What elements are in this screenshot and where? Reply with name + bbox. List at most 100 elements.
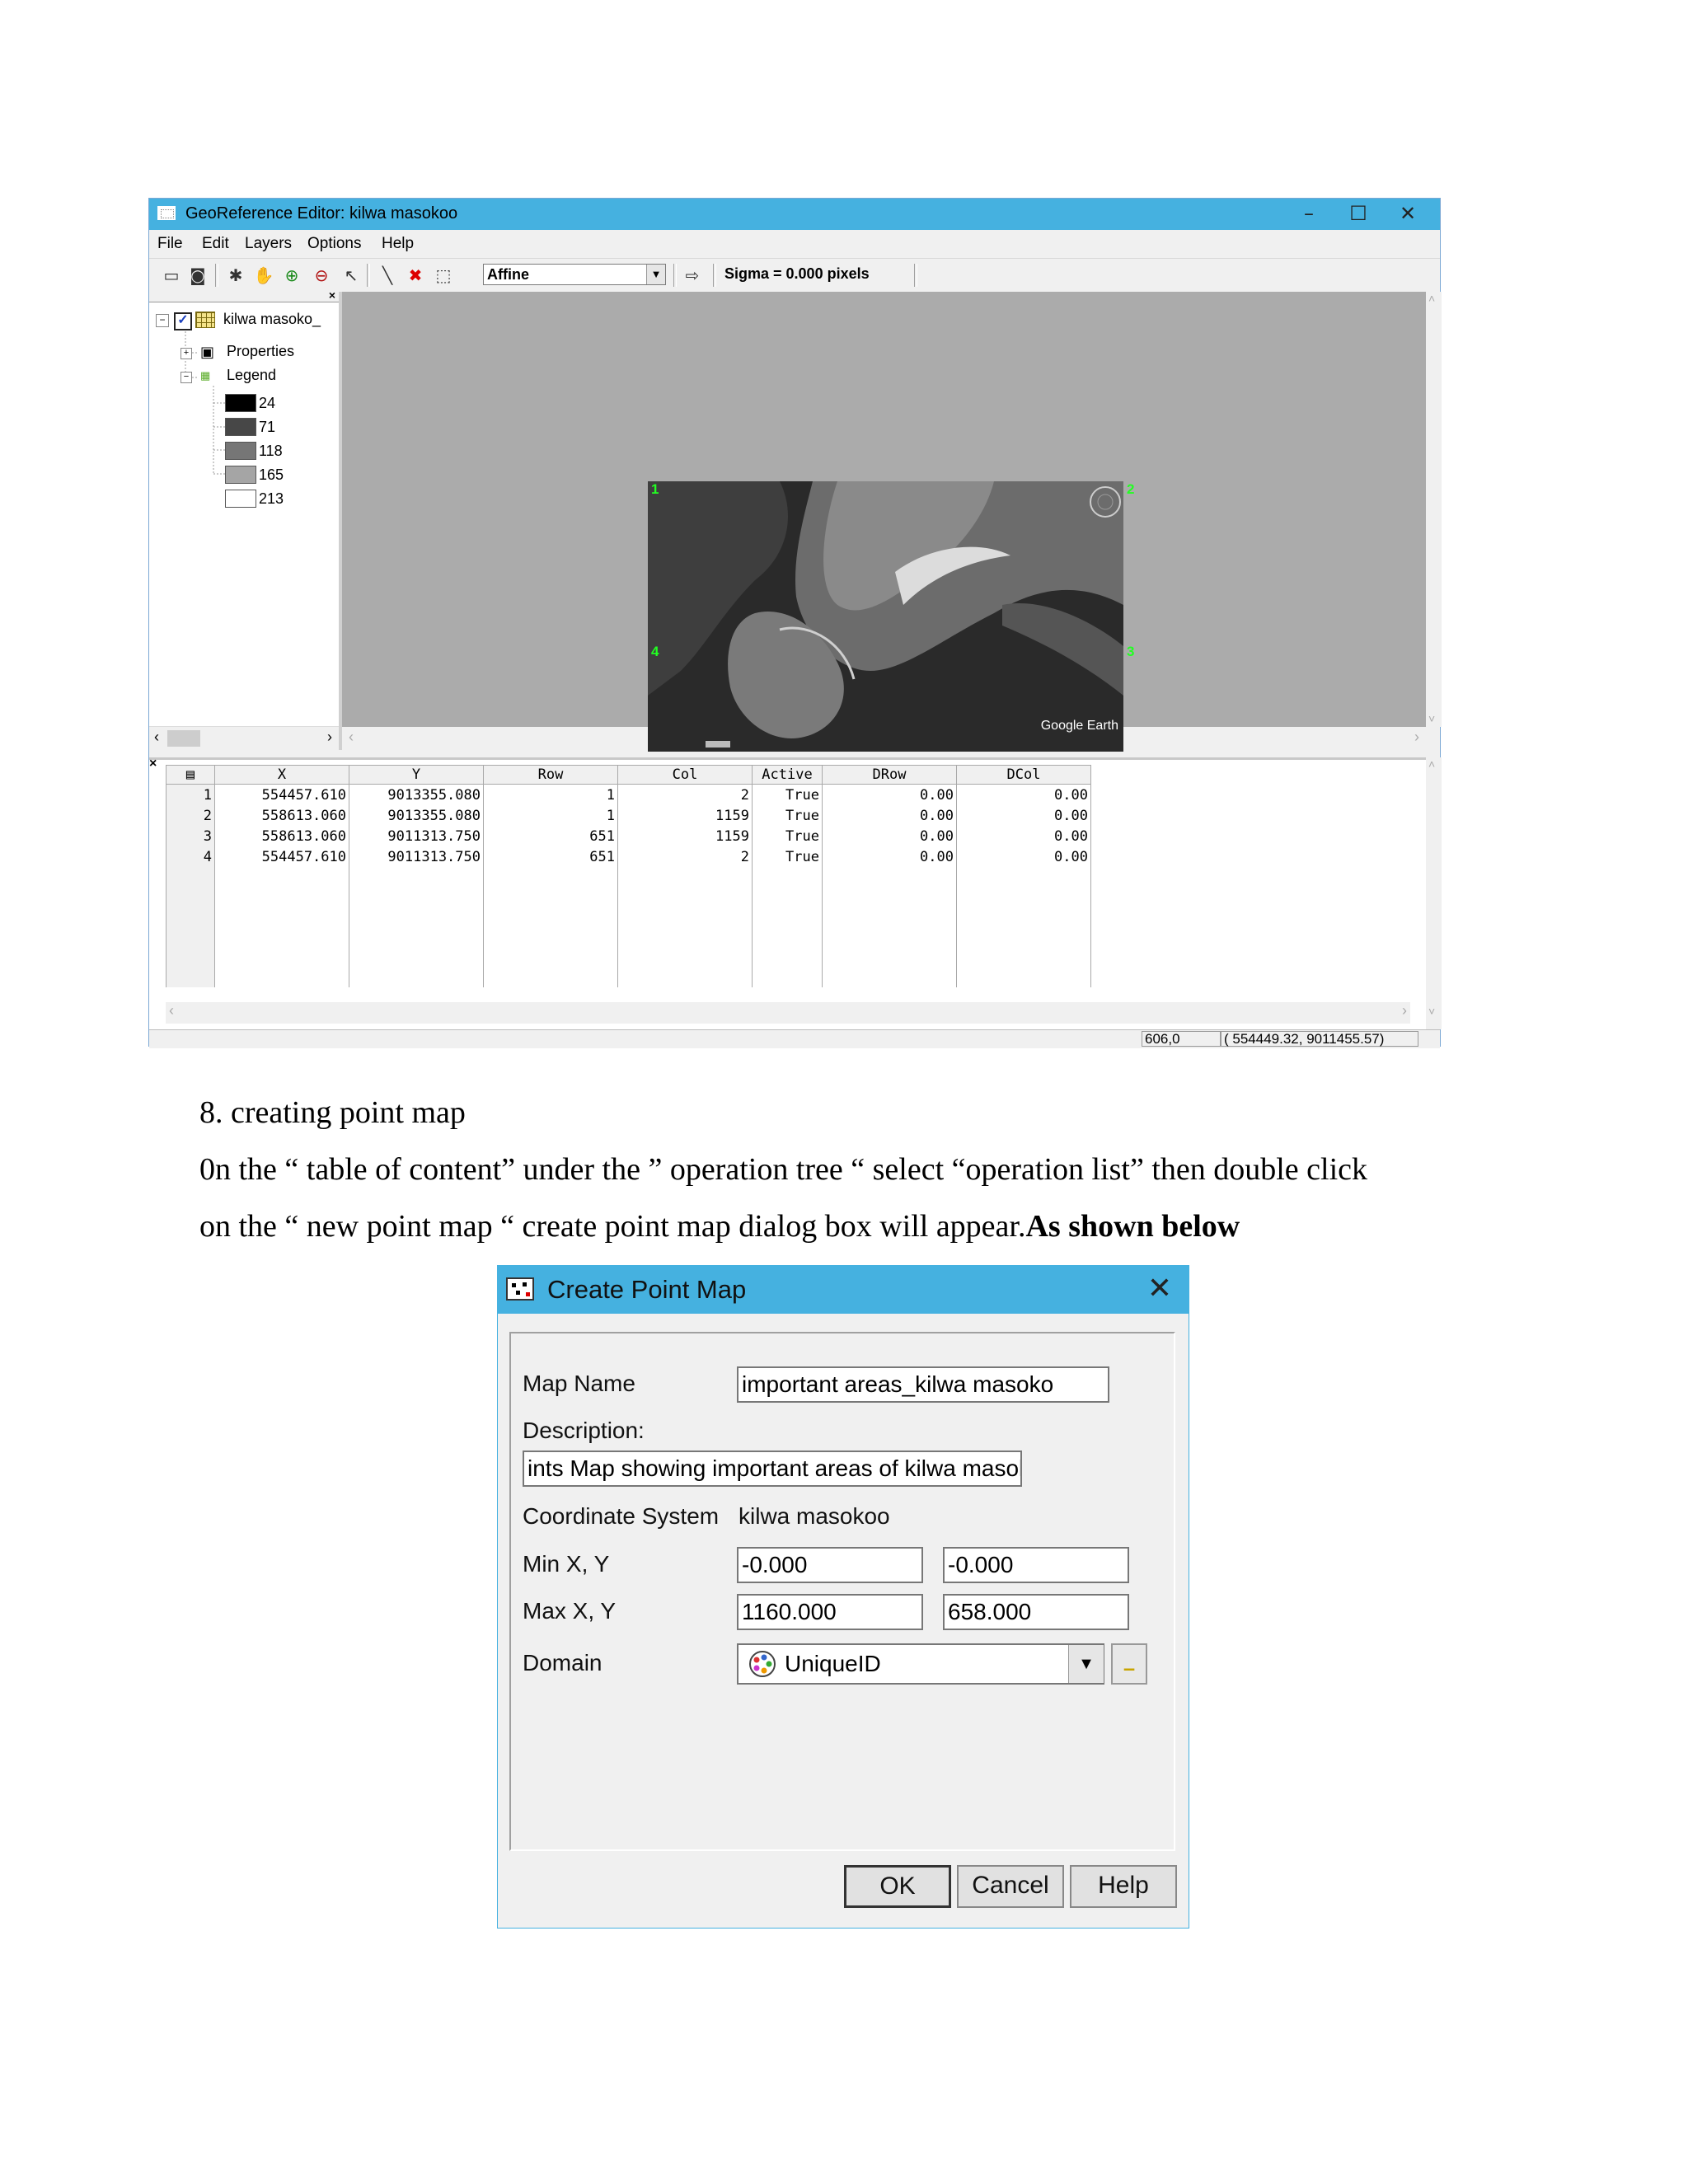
cell-active[interactable]: True [752, 805, 823, 826]
scroll-left-icon[interactable]: ‹ [169, 1002, 174, 1019]
zoom-in-icon[interactable]: ⊕ [281, 265, 302, 285]
cell-x[interactable]: 558613.060 [214, 805, 349, 826]
close-panel-icon[interactable]: × [329, 288, 335, 302]
cell-active[interactable]: True [752, 846, 823, 867]
chevron-down-icon[interactable]: ▼ [646, 265, 665, 284]
fit-icon[interactable]: ⬚ [433, 265, 454, 285]
scroll-right-icon[interactable]: › [1402, 1002, 1407, 1019]
scroll-up-icon[interactable]: ˄ [1428, 757, 1435, 771]
column-header-drow[interactable]: DRow [822, 765, 957, 785]
cell-y[interactable]: 9011313.750 [349, 846, 484, 867]
gcp-marker-1[interactable]: 1 [651, 481, 659, 498]
row-index[interactable]: 1 [166, 784, 215, 805]
scroll-down-icon[interactable]: ˅ [1428, 712, 1435, 725]
tree-item-map[interactable]: kilwa masoko_ [223, 311, 321, 328]
menu-help[interactable]: Help [382, 235, 414, 253]
cell-y[interactable]: 9013355.080 [349, 805, 484, 826]
scroll-up-icon[interactable]: ˄ [1428, 292, 1435, 305]
ok-button[interactable]: OK [844, 1865, 951, 1908]
description-input[interactable]: ints Map showing important areas of kilw… [523, 1451, 1022, 1487]
column-header-active[interactable]: Active [752, 765, 823, 785]
max-y-input[interactable]: 658.000 [943, 1594, 1129, 1630]
cell-col[interactable]: 2 [617, 784, 753, 805]
expand-icon[interactable]: + [181, 348, 192, 359]
row-index[interactable]: 2 [166, 805, 215, 826]
table-row[interactable]: 2 558613.060 9013355.080 1 1159 True 0.0… [166, 805, 1091, 826]
menu-layers[interactable]: Layers [245, 235, 292, 253]
zoom-out-icon[interactable]: ⊖ [311, 265, 332, 285]
cell-row[interactable]: 651 [483, 826, 618, 846]
table-row[interactable]: 1 554457.610 9013355.080 1 2 True 0.00 0… [166, 784, 1091, 805]
scroll-down-icon[interactable]: ˅ [1428, 1005, 1435, 1018]
edit-point-icon[interactable]: ╲ [377, 265, 398, 285]
new-window-icon[interactable]: ▭ [161, 265, 182, 285]
tree-item-legend[interactable]: Legend [227, 367, 276, 384]
gcp-marker-2[interactable]: 2 [1127, 481, 1134, 498]
legend-swatch [225, 394, 256, 412]
pan-hand-icon[interactable]: ✋ [253, 265, 274, 285]
cancel-button[interactable]: Cancel [957, 1865, 1064, 1908]
column-header-y[interactable]: Y [349, 765, 484, 785]
layer-checkbox[interactable]: ✓ [174, 312, 192, 330]
cell-active[interactable]: True [752, 784, 823, 805]
satellite-image[interactable]: Google Earth [648, 481, 1123, 752]
column-header-x[interactable]: X [214, 765, 349, 785]
scroll-left-icon[interactable]: ‹ [154, 729, 159, 746]
table-horizontal-scrollbar[interactable]: ‹ › [166, 1002, 1410, 1024]
table-row[interactable]: 3 558613.060 9011313.750 651 1159 True 0… [166, 826, 1091, 846]
scroll-right-icon[interactable]: › [1414, 729, 1419, 746]
cell-row[interactable]: 1 [483, 805, 618, 826]
table-corner-icon[interactable]: ▤ [166, 765, 215, 785]
exit-editor-icon[interactable]: ⇨ [682, 265, 703, 285]
map-vertical-scrollbar[interactable]: ˄ ˅ [1426, 292, 1442, 727]
cell-col[interactable]: 1159 [617, 826, 753, 846]
scroll-left-icon[interactable]: ‹ [349, 729, 354, 746]
collapse-icon[interactable]: − [156, 314, 169, 327]
min-x-input[interactable]: -0.000 [737, 1547, 923, 1583]
close-icon[interactable]: ✕ [1139, 1269, 1180, 1310]
max-x-input[interactable]: 1160.000 [737, 1594, 923, 1630]
delete-point-icon[interactable]: ✖ [405, 265, 426, 285]
row-index[interactable]: 3 [166, 826, 215, 846]
cell-x[interactable]: 554457.610 [214, 846, 349, 867]
create-domain-icon[interactable]: ▁ [1111, 1643, 1147, 1685]
help-button[interactable]: Help [1070, 1865, 1177, 1908]
cell-y[interactable]: 9011313.750 [349, 826, 484, 846]
row-index[interactable]: 4 [166, 846, 215, 867]
cell-active[interactable]: True [752, 826, 823, 846]
cell-dcol: 0.00 [956, 784, 1091, 805]
table-vertical-scrollbar[interactable]: ˄ ˅ [1426, 757, 1442, 1029]
menu-edit[interactable]: Edit [202, 235, 229, 253]
min-y-input[interactable]: -0.000 [943, 1547, 1129, 1583]
gcp-marker-4[interactable]: 4 [651, 644, 659, 660]
cell-drow: 0.00 [822, 826, 957, 846]
tree-item-properties[interactable]: Properties [227, 343, 294, 360]
table-row[interactable]: 4 554457.610 9011313.750 651 2 True 0.00… [166, 846, 1091, 867]
close-panel-icon[interactable]: × [149, 757, 157, 771]
close-button[interactable]: ✕ [1379, 199, 1437, 230]
cell-row[interactable]: 651 [483, 846, 618, 867]
entire-map-icon[interactable]: ◙ [187, 265, 209, 285]
normal-mode-icon[interactable]: ✱ [225, 265, 246, 285]
scroll-right-icon[interactable]: › [327, 729, 332, 746]
column-header-row[interactable]: Row [483, 765, 618, 785]
cell-col[interactable]: 2 [617, 846, 753, 867]
cell-col[interactable]: 1159 [617, 805, 753, 826]
select-pointer-icon[interactable]: ↖ [340, 265, 362, 285]
menu-options[interactable]: Options [307, 235, 361, 253]
transformation-select[interactable]: Affine ▼ [483, 264, 666, 285]
domain-select[interactable]: UniqueID [737, 1643, 1104, 1685]
cell-row[interactable]: 1 [483, 784, 618, 805]
chevron-down-icon[interactable]: ▼ [1068, 1645, 1104, 1683]
column-header-col[interactable]: Col [617, 765, 753, 785]
cell-x[interactable]: 558613.060 [214, 826, 349, 846]
collapse-icon[interactable]: − [181, 372, 192, 383]
cell-y[interactable]: 9013355.080 [349, 784, 484, 805]
column-header-dcol[interactable]: DCol [956, 765, 1091, 785]
cell-x[interactable]: 554457.610 [214, 784, 349, 805]
scroll-thumb[interactable] [167, 730, 200, 747]
map-name-input[interactable]: important areas_kilwa masoko [737, 1366, 1109, 1403]
gcp-marker-3[interactable]: 3 [1127, 644, 1134, 660]
tree-horizontal-scrollbar[interactable]: ‹ › [149, 726, 339, 750]
menu-file[interactable]: File [157, 235, 183, 253]
